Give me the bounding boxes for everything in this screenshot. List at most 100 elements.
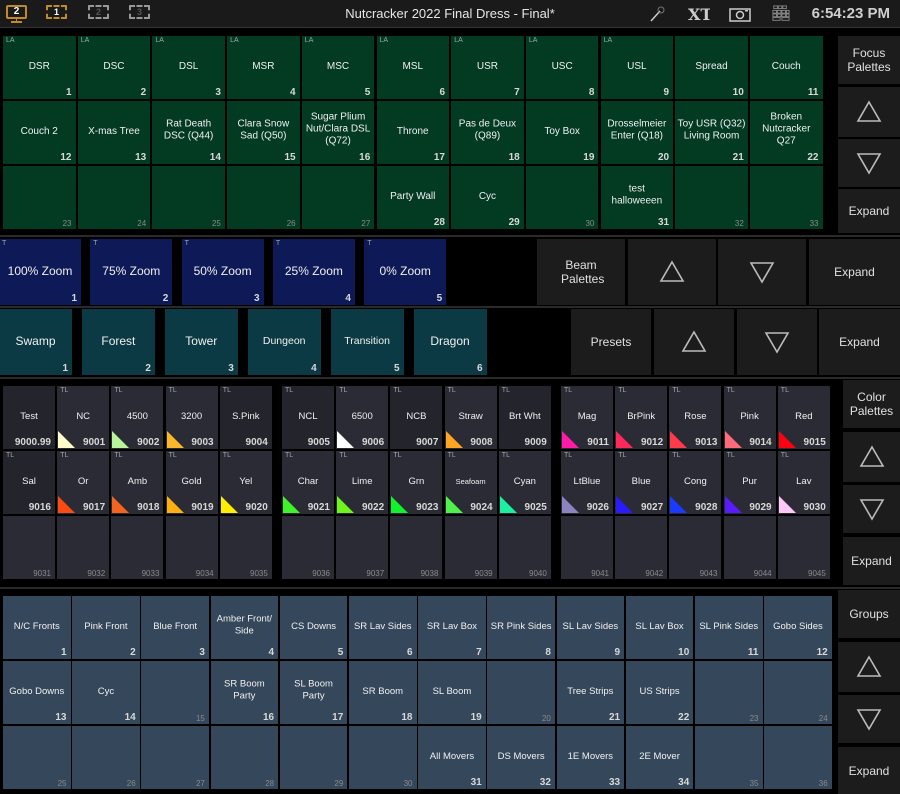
beam-palette-tile[interactable]: T 25% Zoom 4 xyxy=(272,239,355,305)
group-tile[interactable]: SR Boom 18 xyxy=(349,661,417,724)
color-scroll-up-button[interactable] xyxy=(843,432,900,482)
group-tile[interactable]: SL Pink Sides 11 xyxy=(695,596,763,659)
color-palette-tile[interactable]: 9034 xyxy=(165,516,218,579)
presets-expand-button[interactable]: Expand xyxy=(819,309,900,375)
beam-scroll-down-button[interactable] xyxy=(718,239,806,305)
color-palette-tile[interactable]: TL LtBlue 9026 xyxy=(561,451,613,514)
group-tile[interactable]: DS Movers 32 xyxy=(487,726,555,789)
color-palette-tile[interactable]: 9044 xyxy=(723,516,776,579)
color-palette-tile[interactable]: TL Char 9021 xyxy=(282,451,334,514)
color-palette-tile[interactable]: TL Amb 9018 xyxy=(111,451,164,514)
focus-expand-button[interactable]: Expand xyxy=(838,189,900,233)
group-tile[interactable]: Gobo Sides 12 xyxy=(764,596,832,659)
group-tile[interactable]: 1E Movers 33 xyxy=(556,726,625,789)
color-palette-tile[interactable]: TL 4500 9002 xyxy=(111,386,164,449)
color-palette-tile[interactable]: 9035 xyxy=(219,516,272,579)
group-tile[interactable]: 36 xyxy=(764,726,832,789)
group-tile[interactable]: Pink Front 2 xyxy=(72,596,140,659)
preset-tile[interactable]: Tower 3 xyxy=(164,309,238,375)
color-palettes-title[interactable]: Color Palettes xyxy=(843,380,900,428)
preset-tile[interactable]: Transition 5 xyxy=(330,309,404,375)
color-palette-tile[interactable]: TL 6500 9006 xyxy=(336,386,389,449)
group-tile[interactable]: SL Boom 19 xyxy=(418,661,486,724)
focus-palette-tile[interactable]: Sugar Plium Nut/Clara DSL (Q72) 16 xyxy=(301,101,375,164)
beam-palette-tile[interactable]: T 50% Zoom 3 xyxy=(181,239,264,305)
focus-palette-tile[interactable]: LA DSL 3 xyxy=(152,36,225,99)
color-palette-tile[interactable]: 9032 xyxy=(57,516,110,579)
color-palette-tile[interactable]: TL Brt Wht 9009 xyxy=(498,386,551,449)
groups-scroll-up-button[interactable] xyxy=(838,642,900,692)
color-palette-tile[interactable]: TL Seafoam 9024 xyxy=(444,451,497,514)
groups-scroll-down-button[interactable] xyxy=(838,695,900,743)
focus-palette-tile[interactable]: 30 xyxy=(525,166,599,229)
focus-palette-tile[interactable]: LA DSC 2 xyxy=(77,36,151,99)
color-palette-tile[interactable]: TL Mag 9011 xyxy=(561,386,613,449)
focus-palette-tile[interactable]: Rat Death DSC (Q44) 14 xyxy=(152,101,225,164)
group-tile[interactable]: Tree Strips 21 xyxy=(556,661,625,724)
focus-palette-tile[interactable]: Cyc 29 xyxy=(451,166,524,229)
color-palette-tile[interactable]: TL Grn 9023 xyxy=(390,451,443,514)
preset-tile[interactable]: Swamp 1 xyxy=(0,309,72,375)
focus-palette-tile[interactable]: 33 xyxy=(750,166,823,229)
group-tile[interactable]: CS Downs 5 xyxy=(279,596,348,659)
group-tile[interactable]: 20 xyxy=(487,661,555,724)
group-tile[interactable]: SL Lav Sides 9 xyxy=(556,596,625,659)
group-tile[interactable]: SL Lav Box 10 xyxy=(625,596,694,659)
presets-title[interactable]: Presets xyxy=(571,309,651,375)
beam-palette-tile[interactable]: T 75% Zoom 2 xyxy=(90,239,173,305)
beam-palette-tile[interactable]: T 0% Zoom 5 xyxy=(364,239,447,305)
focus-palette-tile[interactable]: Throne 17 xyxy=(376,101,449,164)
focus-palette-tile[interactable]: X-mas Tree 13 xyxy=(77,101,151,164)
group-tile[interactable]: US Strips 22 xyxy=(625,661,694,724)
group-tile[interactable]: 15 xyxy=(141,661,209,724)
group-tile[interactable]: 28 xyxy=(210,726,279,789)
focus-palette-tile[interactable]: LA USC 8 xyxy=(525,36,599,99)
focus-palette-tile[interactable]: Toy Box 19 xyxy=(525,101,599,164)
preset-tile[interactable]: Forest 2 xyxy=(81,309,155,375)
color-palette-tile[interactable]: TL Or 9017 xyxy=(57,451,110,514)
focus-palette-tile[interactable]: Clara Snow Sad (Q50) 15 xyxy=(227,101,300,164)
magic-wand-icon[interactable] xyxy=(648,5,666,23)
color-palette-tile[interactable]: TL 3200 9003 xyxy=(165,386,218,449)
group-tile[interactable]: 26 xyxy=(72,726,140,789)
focus-palette-tile[interactable]: 26 xyxy=(227,166,300,229)
beam-palette-tile[interactable]: T 100% Zoom 1 xyxy=(0,239,81,305)
focus-palette-tile[interactable]: Broken Nutcracker Q27 22 xyxy=(750,101,823,164)
focus-palette-tile[interactable]: Couch 2 12 xyxy=(3,101,76,164)
color-expand-button[interactable]: Expand xyxy=(843,537,900,585)
color-palette-tile[interactable]: TL Cyan 9025 xyxy=(498,451,551,514)
color-palette-tile[interactable]: TL Pink 9014 xyxy=(723,386,776,449)
group-tile[interactable]: Amber Front/ Side 4 xyxy=(210,596,279,659)
color-palette-tile[interactable]: TL Lav 9030 xyxy=(777,451,830,514)
focus-palette-tile[interactable]: 27 xyxy=(301,166,375,229)
group-tile[interactable]: 35 xyxy=(695,726,763,789)
group-tile[interactable]: 24 xyxy=(764,661,832,724)
groups-title[interactable]: Groups xyxy=(838,590,900,638)
group-tile[interactable]: 30 xyxy=(349,726,417,789)
color-palette-tile[interactable]: 9033 xyxy=(111,516,164,579)
presets-scroll-down-button[interactable] xyxy=(737,309,817,375)
focus-palette-tile[interactable]: Spread 10 xyxy=(675,36,748,99)
beam-expand-button[interactable]: Expand xyxy=(809,239,900,305)
focus-palette-tile[interactable]: LA MSC 5 xyxy=(301,36,375,99)
group-tile[interactable]: SR Lav Box 7 xyxy=(418,596,486,659)
group-tile[interactable]: 2E Mover 34 xyxy=(625,726,694,789)
color-palette-tile[interactable]: 9036 xyxy=(282,516,334,579)
color-palette-tile[interactable]: 9038 xyxy=(390,516,443,579)
color-palette-tile[interactable]: TL Pur 9029 xyxy=(723,451,776,514)
group-tile[interactable]: 27 xyxy=(141,726,209,789)
focus-palette-tile[interactable]: Toy USR (Q32) Living Room 21 xyxy=(675,101,748,164)
color-palette-tile[interactable]: 9040 xyxy=(498,516,551,579)
focus-scroll-down-button[interactable] xyxy=(838,139,900,187)
group-tile[interactable]: 29 xyxy=(279,726,348,789)
group-tile[interactable]: Gobo Downs 13 xyxy=(3,661,71,724)
color-palette-tile[interactable]: Test 9000.99 xyxy=(3,386,55,449)
preset-tile[interactable]: Dungeon 4 xyxy=(247,309,321,375)
preset-tile[interactable]: Dragon 6 xyxy=(413,309,487,375)
color-palette-tile[interactable]: TL BrPink 9012 xyxy=(615,386,668,449)
color-palette-tile[interactable]: 9037 xyxy=(336,516,389,579)
focus-palettes-title[interactable]: Focus Palettes xyxy=(838,36,900,84)
group-tile[interactable]: SR Boom Party 16 xyxy=(210,661,279,724)
color-palette-tile[interactable]: TL NC 9001 xyxy=(57,386,110,449)
group-tile[interactable]: 25 xyxy=(3,726,71,789)
